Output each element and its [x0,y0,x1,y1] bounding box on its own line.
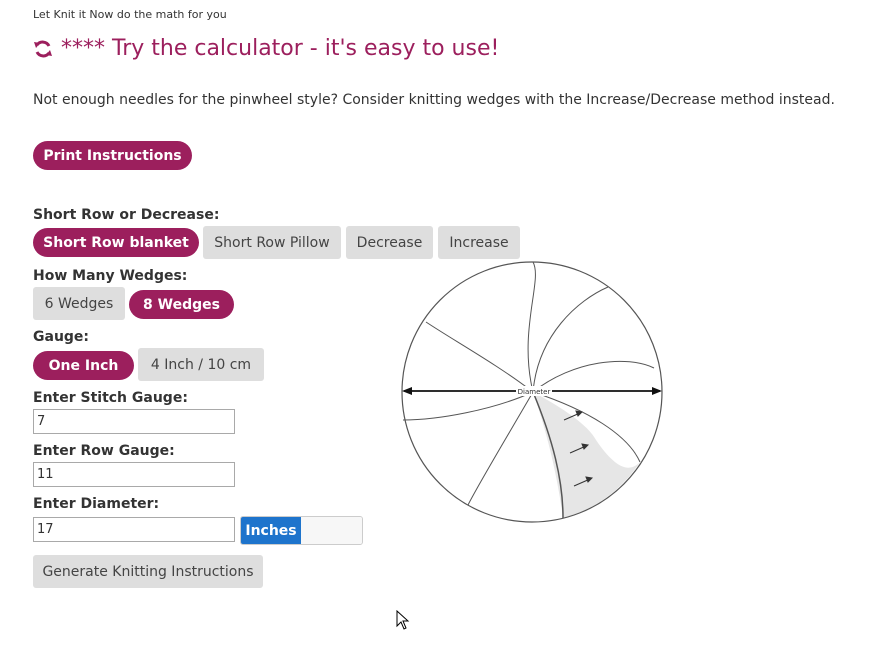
units-toggle-handle[interactable] [301,517,362,544]
diameter-arrow-right [652,387,662,395]
wedges-8-button[interactable]: 8 Wedges [129,290,234,319]
diameter-arrow-left [402,387,412,395]
print-instructions-button[interactable]: Print Instructions [33,141,192,170]
pinwheel-diagram: Diameter [401,261,663,523]
highlighted-wedge [533,392,640,518]
page-heading: **** Try the calculator - it's easy to u… [33,36,499,61]
units-toggle-inches[interactable]: Inches [241,517,301,544]
diameter-text: Diameter [518,388,551,396]
method-short-row-blanket-button[interactable]: Short Row blanket [33,228,199,257]
gauge-4-inch-button[interactable]: 4 Inch / 10 cm [138,348,264,381]
stitch-gauge-label: Enter Stitch Gauge: [33,390,188,406]
row-gauge-input[interactable] [33,462,235,487]
wedges-6-button[interactable]: 6 Wedges [33,287,125,320]
stitch-gauge-input[interactable] [33,409,235,434]
wedges-label: How Many Wedges: [33,268,188,284]
method-note: Not enough needles for the pinwheel styl… [33,92,835,108]
method-decrease-button[interactable]: Decrease [346,226,433,259]
row-gauge-label: Enter Row Gauge: [33,443,175,459]
method-short-row-pillow-button[interactable]: Short Row Pillow [203,226,341,259]
gauge-one-inch-button[interactable]: One Inch [33,351,134,380]
diameter-input[interactable] [33,517,235,542]
method-increase-button[interactable]: Increase [438,226,520,259]
refresh-icon [34,40,52,57]
intro-text: Let Knit it Now do the math for you [33,8,227,21]
mouse-cursor-icon [396,610,410,630]
method-label: Short Row or Decrease: [33,207,220,223]
diameter-label: Enter Diameter: [33,496,160,512]
gauge-label: Gauge: [33,329,90,345]
units-toggle[interactable]: Inches [240,516,363,545]
generate-instructions-button[interactable]: Generate Knitting Instructions [33,555,263,588]
page-title: **** Try the calculator - it's easy to u… [61,36,500,61]
